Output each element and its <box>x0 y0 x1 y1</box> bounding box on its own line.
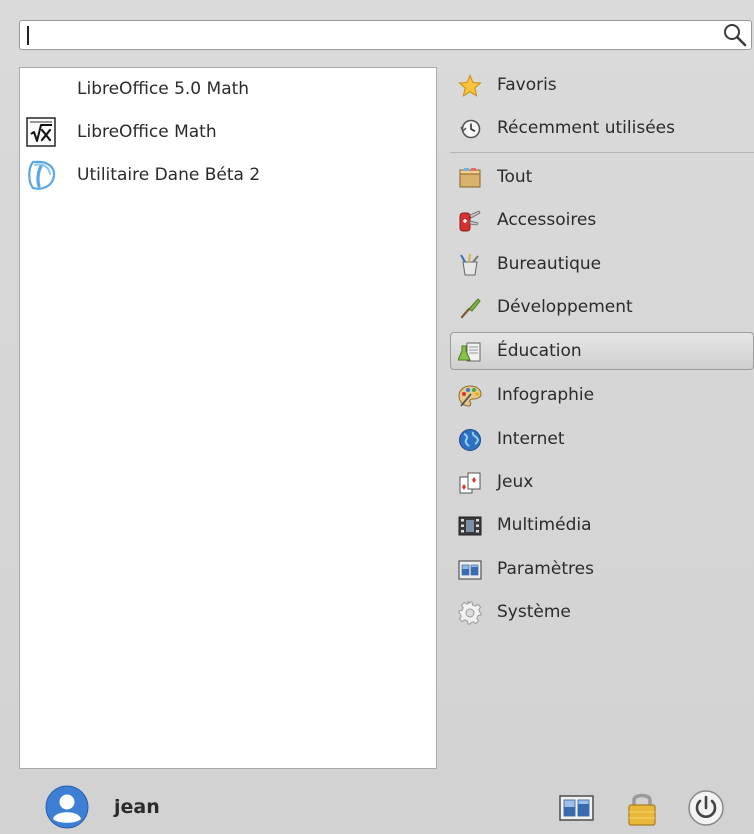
username: jean <box>114 796 160 818</box>
category-games[interactable]: Jeux <box>450 463 754 501</box>
category-settings[interactable]: Paramètres <box>450 550 754 588</box>
category-label: Multimédia <box>497 515 592 535</box>
category-favorites[interactable]: Favoris <box>450 66 754 104</box>
settings-manager-icon[interactable] <box>557 788 597 828</box>
film-strip-icon <box>458 516 482 536</box>
playing-cards-icon <box>459 472 481 494</box>
gear-icon <box>458 601 482 625</box>
palette-icon <box>458 385 482 407</box>
search-input[interactable] <box>26 24 716 46</box>
category-label: Système <box>497 602 571 622</box>
swiss-knife-icon <box>459 210 481 232</box>
text-cursor <box>27 26 29 45</box>
category-list: Favoris Récemment utilisées Tout Accesso… <box>450 64 754 684</box>
user-avatar-icon[interactable] <box>38 785 96 829</box>
history-clock-icon <box>460 119 481 139</box>
category-development[interactable]: Développement <box>450 288 754 326</box>
list-item[interactable]: Utilitaire Dane Béta 2 <box>20 155 436 195</box>
category-internet[interactable]: Internet <box>450 420 754 458</box>
power-icon[interactable] <box>686 788 726 828</box>
list-item[interactable]: LibreOffice Math <box>20 112 436 152</box>
category-label: Favoris <box>497 75 557 95</box>
category-label: Développement <box>497 297 633 317</box>
category-education[interactable]: Éducation <box>450 332 754 370</box>
category-all[interactable]: Tout <box>450 158 754 196</box>
category-label: Tout <box>497 167 533 187</box>
education-flask-icon <box>458 342 481 362</box>
search-box[interactable] <box>19 20 752 50</box>
category-label: Paramètres <box>497 559 594 579</box>
category-label: Infographie <box>497 385 595 405</box>
category-separator <box>450 152 754 153</box>
results-list: LibreOffice 5.0 Math LibreOffice Math Ut… <box>19 67 437 769</box>
category-label: Jeux <box>497 472 534 492</box>
result-label: Utilitaire Dane Béta 2 <box>77 165 261 185</box>
application-menu: LibreOffice 5.0 Math LibreOffice Math Ut… <box>0 0 754 834</box>
trowel-icon <box>460 298 481 319</box>
category-office[interactable]: Bureautique <box>450 245 754 283</box>
result-label: LibreOffice Math <box>77 122 217 142</box>
list-item[interactable]: LibreOffice 5.0 Math <box>20 69 436 109</box>
category-system[interactable]: Système <box>450 593 754 631</box>
box-icon <box>459 168 481 188</box>
category-multimedia[interactable]: Multimédia <box>450 506 754 544</box>
category-label: Internet <box>497 429 565 449</box>
settings-panel-icon <box>458 560 482 580</box>
category-graphics[interactable]: Infographie <box>450 376 754 414</box>
search-icon[interactable] <box>722 22 748 48</box>
dane-utility-icon <box>28 160 56 190</box>
category-label: Éducation <box>497 341 582 361</box>
category-recent[interactable]: Récemment utilisées <box>450 109 754 147</box>
lock-icon[interactable] <box>622 788 662 828</box>
result-label: LibreOffice 5.0 Math <box>77 79 250 99</box>
category-label: Bureautique <box>497 254 602 274</box>
category-label: Récemment utilisées <box>497 118 675 138</box>
libreoffice-math-icon <box>26 117 56 147</box>
category-label: Accessoires <box>497 210 597 230</box>
category-accessories[interactable]: Accessoires <box>450 201 754 239</box>
star-icon <box>458 74 482 97</box>
globe-icon <box>459 429 481 451</box>
office-supplies-icon <box>460 253 479 276</box>
